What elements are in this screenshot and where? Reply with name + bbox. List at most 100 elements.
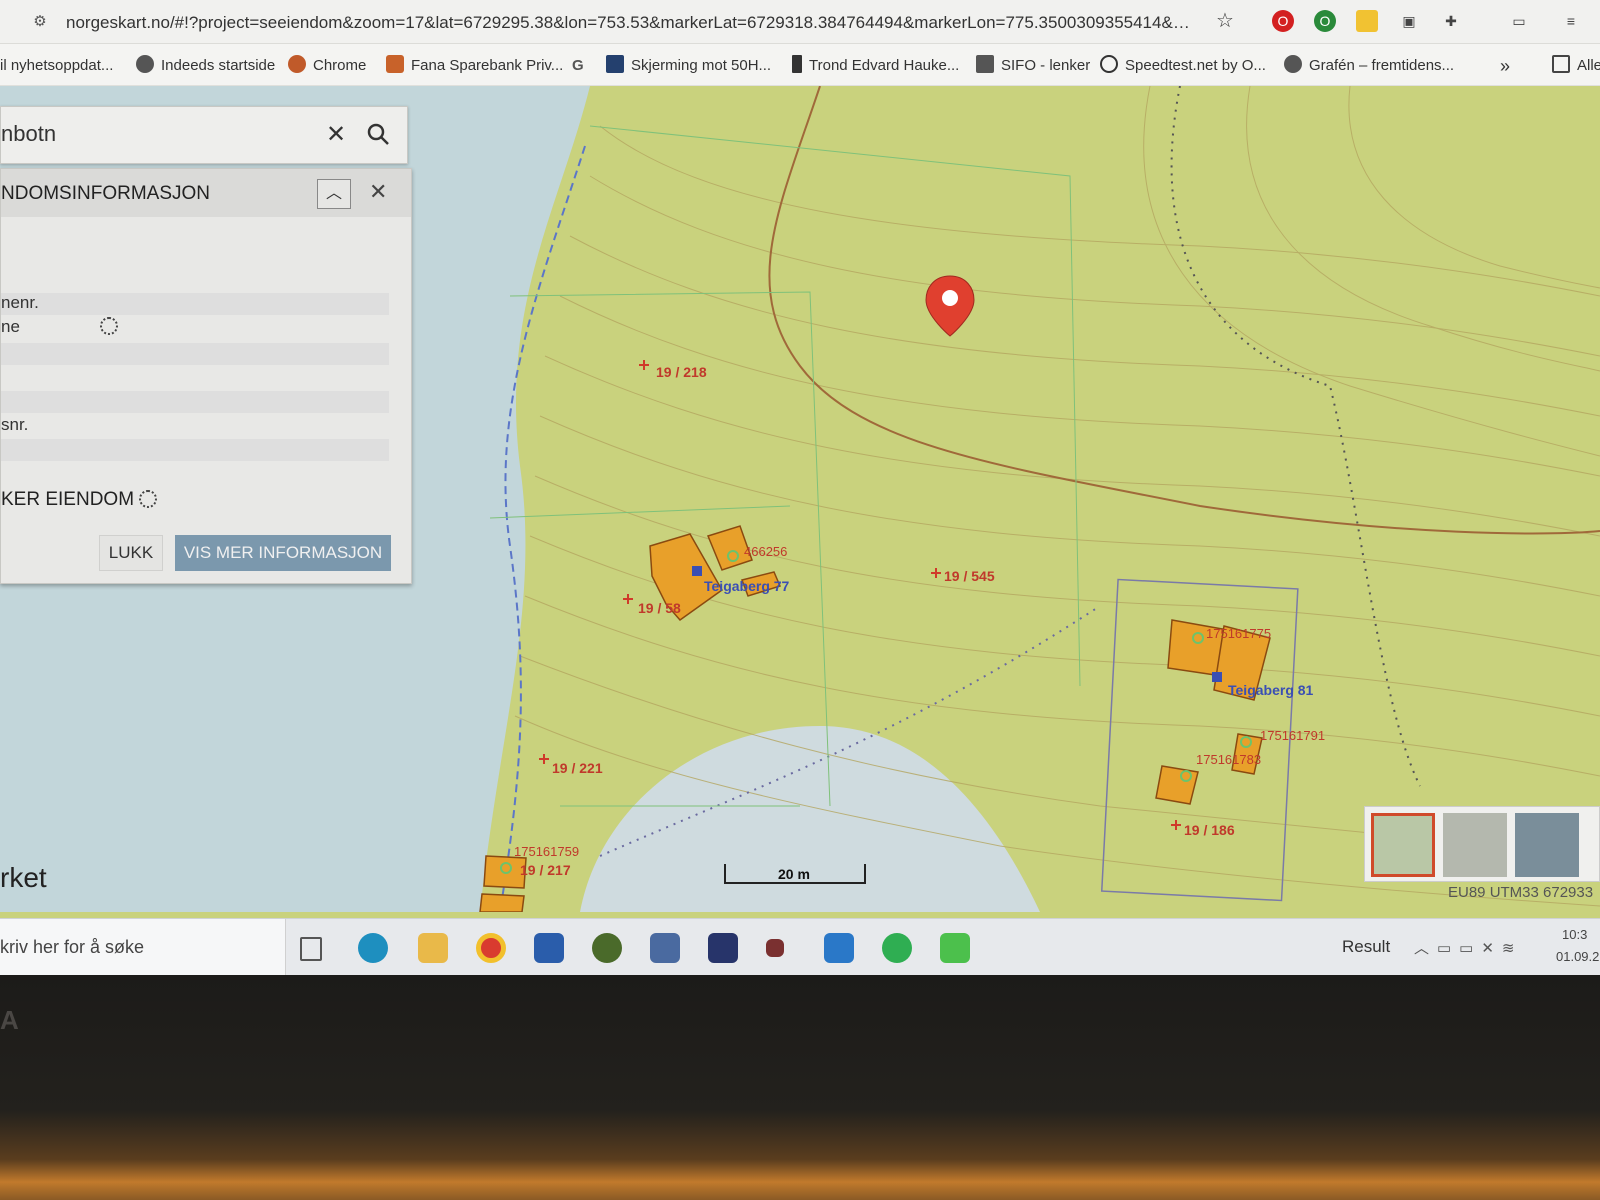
scale-label: 20 m bbox=[778, 866, 810, 882]
bookmarks-overflow-button[interactable]: » bbox=[1500, 55, 1510, 77]
map-corner-label: rket bbox=[0, 862, 47, 893]
spotify-icon[interactable] bbox=[882, 933, 912, 963]
cast-icon[interactable]: ▭ bbox=[1508, 10, 1530, 32]
green-extension-icon[interactable]: O bbox=[1314, 10, 1336, 32]
basemap-thumbnail[interactable] bbox=[1443, 813, 1507, 877]
building-label: 175161775 bbox=[1206, 626, 1272, 641]
parcel-label: 19 / 58 bbox=[638, 600, 681, 616]
field-label: ne bbox=[1, 317, 118, 337]
outlook-icon[interactable] bbox=[824, 933, 854, 963]
building-footprint bbox=[1155, 765, 1199, 805]
bookmark-item[interactable]: G bbox=[572, 55, 584, 77]
tray-label[interactable]: Result bbox=[1342, 937, 1390, 957]
loading-spinner-icon bbox=[99, 317, 118, 335]
store-icon[interactable] bbox=[534, 933, 564, 963]
globe-icon bbox=[1284, 55, 1302, 73]
field-row bbox=[1, 439, 389, 461]
clock-time[interactable]: 10:3 bbox=[1562, 927, 1587, 942]
spotify-icon[interactable] bbox=[592, 933, 622, 963]
bookmark-item[interactable]: Speedtest.net by O... bbox=[1100, 55, 1266, 77]
puzzle-extensions-icon[interactable]: ✚ bbox=[1440, 10, 1462, 32]
search-input[interactable]: nbotn bbox=[1, 121, 56, 147]
bank-icon bbox=[386, 55, 404, 73]
bookmarks-bar: il nyhetsoppdat... Indeeds startside Chr… bbox=[0, 44, 1600, 86]
opera-extension-icon[interactable]: O bbox=[1272, 10, 1294, 32]
bookmark-folder-all[interactable]: Alle bbox=[1552, 55, 1600, 77]
bookmark-item[interactable]: Grafén – fremtidens... bbox=[1284, 55, 1454, 77]
field-label: nenr. bbox=[1, 293, 39, 312]
building-label: 175161783 bbox=[1196, 752, 1262, 767]
bookmark-item[interactable]: SIFO - lenker bbox=[976, 55, 1090, 77]
bookmark-item[interactable]: Chrome bbox=[288, 55, 366, 77]
app-icon[interactable] bbox=[766, 939, 784, 957]
building-label: 175161791 bbox=[1260, 728, 1326, 743]
speedtest-icon bbox=[1100, 55, 1118, 73]
wechat-icon[interactable] bbox=[940, 933, 970, 963]
system-tray-icons[interactable]: ︿▭▭✕≋ bbox=[1414, 937, 1522, 958]
mail-icon[interactable] bbox=[650, 933, 680, 963]
taskbar: kriv her for å søke Result ︿▭▭✕≋ 10:3 01… bbox=[0, 918, 1600, 975]
address-label: Teigaberg 77 bbox=[704, 578, 790, 594]
building-label: 175161759 bbox=[514, 844, 580, 859]
trail-line bbox=[768, 86, 1600, 535]
bookmark-item[interactable]: Skjerming mot 50H... bbox=[606, 55, 771, 77]
field-row bbox=[1, 343, 389, 365]
parcel-label: 19 / 545 bbox=[944, 568, 995, 584]
parcel-label: 19 / 217 bbox=[520, 862, 571, 878]
bay-area bbox=[580, 726, 1040, 912]
taskbar-search[interactable]: kriv her for å søke bbox=[0, 919, 286, 975]
n-icon bbox=[606, 55, 624, 73]
parcel-label: 19 / 218 bbox=[656, 364, 707, 380]
panel-title: NDOMSINFORMASJON bbox=[1, 183, 210, 204]
site-info-icon[interactable]: ⚙ bbox=[30, 12, 50, 32]
edge-icon[interactable] bbox=[358, 933, 388, 963]
projection-label: EU89 UTM33 672933 bbox=[1448, 884, 1594, 901]
property-info-panel: NDOMSINFORMASJON ︿ ✕ nenr. ne snr. KER E… bbox=[0, 168, 412, 584]
folder-icon bbox=[1552, 55, 1570, 73]
parcel-lines bbox=[489, 125, 1081, 807]
extension-icon[interactable]: ▣ bbox=[1398, 10, 1420, 32]
field-row bbox=[1, 293, 389, 315]
more-info-button[interactable]: VIS MER INFORMASJON bbox=[175, 535, 391, 571]
bookmark-item[interactable]: il nyhetsoppdat... bbox=[0, 55, 113, 77]
bookmark-item[interactable]: Fana Sparebank Priv... bbox=[386, 55, 563, 77]
house-icon bbox=[976, 55, 994, 73]
taskbar-search-input[interactable]: kriv her for å søke bbox=[0, 937, 144, 958]
search-box[interactable]: nbotn ✕ bbox=[0, 106, 408, 164]
laptop-brand-logo: A bbox=[0, 1005, 19, 1035]
close-icon[interactable]: ✕ bbox=[326, 121, 346, 149]
address-label: Teigaberg 81 bbox=[1228, 682, 1314, 698]
property-loader: KER EIENDOM bbox=[1, 489, 158, 511]
field-label: snr. bbox=[1, 415, 29, 434]
clock-date[interactable]: 01.09.2 bbox=[1556, 949, 1599, 964]
basemap-thumbnail[interactable] bbox=[1515, 813, 1579, 877]
chrome-icon[interactable] bbox=[476, 933, 506, 963]
close-icon[interactable]: ✕ bbox=[369, 177, 387, 207]
bookmark-item[interactable]: Indeeds startside bbox=[136, 55, 275, 77]
calculator-icon[interactable] bbox=[708, 933, 738, 963]
laptop-bezel bbox=[0, 975, 1600, 1200]
field-row bbox=[1, 391, 389, 413]
search-icon[interactable] bbox=[365, 121, 391, 147]
bookmark-star-icon[interactable]: ☆ bbox=[1214, 10, 1236, 32]
chevron-up-icon: ︿ bbox=[325, 185, 342, 202]
panel-header: NDOMSINFORMASJON ︿ ✕ bbox=[1, 169, 411, 217]
parcel-label: 19 / 186 bbox=[1184, 822, 1235, 838]
loading-spinner-icon bbox=[139, 490, 158, 508]
basemap-thumbnail[interactable] bbox=[1371, 813, 1435, 877]
chrome-icon bbox=[288, 55, 306, 73]
address-bar[interactable]: ⚙ norgeskart.no/#!?project=seeiendom&zoo… bbox=[0, 0, 1600, 44]
bookmark-item[interactable]: Trond Edvard Hauke... bbox=[792, 55, 959, 77]
screen: ⚙ norgeskart.no/#!?project=seeiendom&zoo… bbox=[0, 0, 1600, 975]
task-view-icon[interactable] bbox=[300, 937, 322, 961]
menu-icon[interactable]: ≡ bbox=[1560, 10, 1582, 32]
building-label: 466256 bbox=[744, 544, 788, 559]
drive-extension-icon[interactable] bbox=[1356, 10, 1378, 32]
globe-icon bbox=[136, 55, 154, 73]
bookmark-icon bbox=[792, 55, 802, 73]
close-button[interactable]: LUKK bbox=[99, 535, 163, 571]
parcel-label: 19 / 221 bbox=[552, 760, 603, 776]
url-field[interactable]: norgeskart.no/#!?project=seeiendom&zoom=… bbox=[66, 11, 1196, 35]
file-explorer-icon[interactable] bbox=[418, 933, 448, 963]
collapse-button[interactable]: ︿ bbox=[317, 179, 351, 209]
